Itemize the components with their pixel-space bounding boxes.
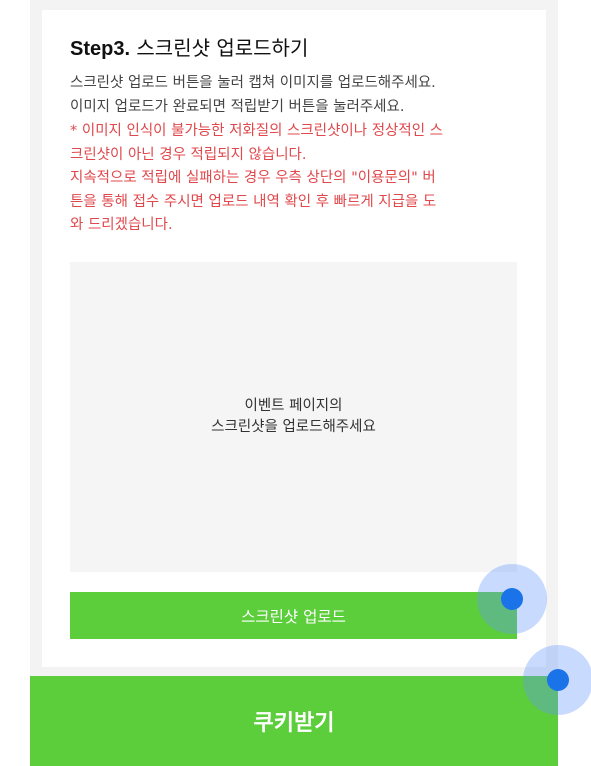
dropzone-line: 스크린샷을 업로드해주세요: [211, 419, 376, 435]
notice-line: 지속적으로 적립에 실패하는 경우 우측 상단의 "이용문의" 버: [70, 170, 436, 186]
screenshot-dropzone[interactable]: 이벤트 페이지의 스크린샷을 업로드해주세요: [70, 262, 517, 572]
touch-dot: [501, 588, 523, 610]
warning-notice: * 이미지 인식이 불가능한 저화질의 스크린샷이나 정상적인 스 크린샷이 아…: [70, 120, 518, 238]
claim-cookie-button[interactable]: 쿠키받기: [30, 676, 558, 766]
touch-indicator: [477, 564, 547, 634]
touch-dot: [547, 669, 569, 691]
notice-line: 와 드리겠습니다.: [70, 217, 173, 233]
step-title: Step3. 스크린샷 업로드하기: [70, 34, 308, 63]
notice-line: 튼을 통해 접수 주시면 업로드 내역 확인 후 빠르게 지급을 도: [70, 193, 437, 210]
upload-screenshot-button[interactable]: 스크린샷 업로드: [70, 592, 517, 639]
touch-indicator: [523, 645, 591, 715]
notice-line: * 이미지 인식이 불가능한 저화질의 스크린샷이나 정상적인 스: [70, 123, 444, 139]
step-title-text: 스크린샷 업로드하기: [136, 36, 309, 60]
dropzone-placeholder: 이벤트 페이지의 스크린샷을 업로드해주세요: [211, 396, 376, 438]
dropzone-line: 이벤트 페이지의: [244, 398, 343, 414]
notice-line: 크린샷이 아닌 경우 적립되지 않습니다.: [70, 146, 307, 163]
step-label: Step3.: [70, 38, 131, 60]
instruction-line: 이미지 업로드가 완료되면 적립받기 버튼을 눌러주세요.: [70, 98, 405, 115]
instruction-line: 스크린샷 업로드 버튼을 눌러 캡쳐 이미지를 업로드해주세요.: [70, 75, 436, 91]
instructions: 스크린샷 업로드 버튼을 눌러 캡쳐 이미지를 업로드해주세요. 이미지 업로드…: [70, 72, 520, 119]
